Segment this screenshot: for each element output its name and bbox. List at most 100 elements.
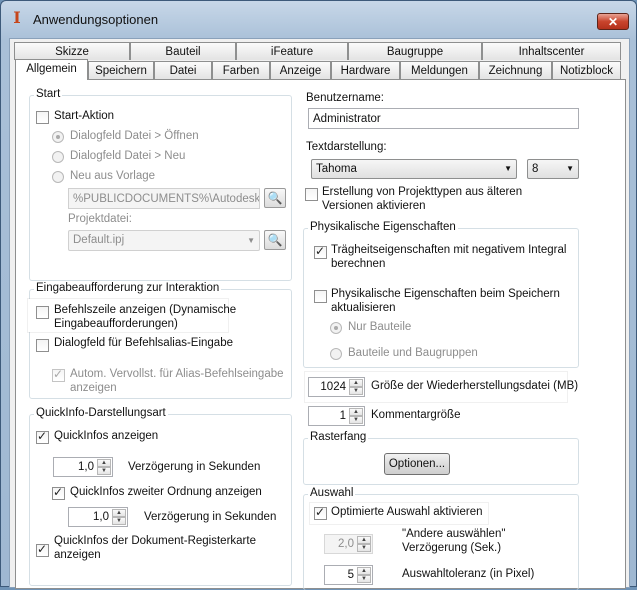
select-other-delay-value: 2,0 xyxy=(338,538,354,550)
spin-up-icon[interactable]: ▲ xyxy=(112,509,126,517)
project-file-value: Default.ipj xyxy=(73,234,125,246)
quickinfo-show-checkbox[interactable] xyxy=(36,429,49,444)
undo-size-spinner[interactable]: 1024 ▲ ▼ xyxy=(308,377,365,397)
font-size-value: 8 xyxy=(532,163,539,175)
comment-size-label: Kommentargröße xyxy=(371,409,461,421)
tab-skizze[interactable]: Skizze xyxy=(14,42,130,60)
close-button[interactable]: ✕ xyxy=(597,13,629,30)
second-quickinfo-delay-value: 1,0 xyxy=(93,511,109,523)
radio-open-dialog[interactable] xyxy=(52,131,64,143)
alias-autocomplete-label-1: Autom. Vervollst. für Alias-Befehlseinga… xyxy=(70,368,284,380)
tab-baugruppe[interactable]: Baugruppe xyxy=(348,42,482,60)
spin-up-icon[interactable]: ▲ xyxy=(349,408,363,416)
legacy-projects-checkbox[interactable] xyxy=(305,188,318,201)
doc-tab-quickinfo-label-2: anzeigen xyxy=(54,549,101,561)
spin-up-icon[interactable]: ▲ xyxy=(349,379,363,387)
radio-new-from-template[interactable] xyxy=(52,171,64,183)
update-on-save-checkbox[interactable] xyxy=(314,290,327,303)
title-bar[interactable]: I Anwendungsoptionen ✕ xyxy=(1,1,636,35)
radio-new-dialog[interactable] xyxy=(52,151,64,163)
interaction-prompt-group-title: Eingabeaufforderung zur Interaktion xyxy=(34,282,222,294)
spin-down-icon[interactable]: ▼ xyxy=(349,387,363,395)
command-line-checkbox[interactable] xyxy=(36,306,49,319)
comment-size-value: 1 xyxy=(339,410,346,422)
project-browse-button[interactable]: 🔍 xyxy=(264,230,286,250)
tab-ifeature[interactable]: iFeature xyxy=(236,42,348,60)
tab-zeichnung[interactable]: Zeichnung xyxy=(479,61,552,79)
selection-tolerance-label: Auswahltoleranz (in Pixel) xyxy=(402,568,535,580)
snap-group-title: Rasterfang xyxy=(308,431,369,443)
tab-notizblock[interactable]: Notizblock xyxy=(552,61,621,79)
snap-options-button[interactable]: Optionen... xyxy=(384,453,450,475)
alias-autocomplete-checkbox[interactable] xyxy=(52,367,65,382)
radio-new-from-template-label: Neu aus Vorlage xyxy=(70,170,156,182)
tab-inhaltscenter[interactable]: Inhaltscenter xyxy=(482,42,621,60)
second-quickinfo-delay-spinner[interactable]: 1,0 ▲ ▼ xyxy=(68,507,128,527)
tab-panel-allgemein: Start Start-Aktion Dialogfeld Datei > Öf… xyxy=(15,79,626,590)
spin-up-icon[interactable]: ▲ xyxy=(357,567,371,575)
quickinfo-delay-spinner[interactable]: 1,0 ▲ ▼ xyxy=(53,457,113,477)
radio-parts-and-assemblies-label: Bauteile und Baugruppen xyxy=(348,347,478,359)
negative-inertia-checkbox[interactable] xyxy=(314,244,327,259)
spin-up-icon[interactable]: ▲ xyxy=(97,459,111,467)
comment-size-spinner[interactable]: 1 ▲ ▼ xyxy=(308,406,365,426)
start-action-label: Start-Aktion xyxy=(54,110,115,122)
spin-down-icon[interactable]: ▼ xyxy=(349,416,363,424)
template-path-input[interactable]: %PUBLICDOCUMENTS%\Autodesk\Inv xyxy=(68,188,260,209)
chevron-down-icon: ▼ xyxy=(504,164,512,173)
dialog-client: Skizze Bauteil iFeature Baugruppe Inhalt… xyxy=(9,38,630,590)
project-file-label: Projektdatei: xyxy=(68,213,132,225)
select-other-label-2: Verzögerung (Sek.) xyxy=(402,542,502,554)
tab-bauteil[interactable]: Bauteil xyxy=(130,42,236,60)
update-on-save-label-1: Physikalische Eigenschaften beim Speiche… xyxy=(331,288,560,300)
select-other-delay-spinner[interactable]: 2,0 ▲ ▼ xyxy=(324,534,373,554)
font-combo[interactable]: Tahoma ▼ xyxy=(311,159,517,179)
doc-tab-quickinfo-checkbox[interactable] xyxy=(36,542,49,557)
doc-tab-quickinfo-label-1: QuickInfos der Dokument-Registerkarte xyxy=(54,535,256,547)
second-quickinfo-delay-label: Verzögerung in Sekunden xyxy=(144,511,277,523)
tab-hardware[interactable]: Hardware xyxy=(331,61,400,79)
negative-inertia-label-1: Trägheitseigenschaften mit negativem Int… xyxy=(331,244,567,256)
radio-parts-and-assemblies[interactable] xyxy=(330,348,342,360)
selection-tolerance-spinner[interactable]: 5 ▲ ▼ xyxy=(324,565,373,585)
font-value: Tahoma xyxy=(316,163,357,175)
username-label: Benutzername: xyxy=(306,92,384,104)
update-on-save-label-2: aktualisieren xyxy=(331,302,396,314)
spin-down-icon[interactable]: ▼ xyxy=(112,517,126,525)
tab-meldungen[interactable]: Meldungen xyxy=(400,61,479,79)
spin-down-icon[interactable]: ▼ xyxy=(357,544,371,552)
tab-speichern[interactable]: Speichern xyxy=(88,61,154,79)
spin-down-icon[interactable]: ▼ xyxy=(357,575,371,583)
start-action-checkbox[interactable] xyxy=(36,111,49,124)
physical-properties-group: Physikalische Eigenschaften Trägheitseig… xyxy=(303,221,579,368)
radio-parts-only[interactable] xyxy=(330,322,342,334)
command-line-label-1: Befehlszeile anzeigen (Dynamische xyxy=(54,304,237,316)
tab-farben[interactable]: Farben xyxy=(212,61,270,79)
quickinfo-group-title: QuickInfo-Darstellungsart xyxy=(34,407,168,419)
project-file-combo[interactable]: Default.ipj ▼ xyxy=(68,230,260,251)
font-size-combo[interactable]: 8 ▼ xyxy=(527,159,579,179)
interaction-prompt-group: Eingabeaufforderung zur Interaktion Befe… xyxy=(28,282,292,399)
selection-group: Auswahl Optimierte Auswahl aktivieren 2,… xyxy=(303,487,579,590)
optimized-selection-checkbox[interactable] xyxy=(314,505,327,520)
tab-allgemein[interactable]: Allgemein xyxy=(15,59,88,80)
physical-properties-group-title: Physikalische Eigenschaften xyxy=(308,221,458,233)
template-browse-button[interactable]: 🔍 xyxy=(264,188,286,208)
legacy-projects-label-1: Erstellung von Projekttypen aus älteren xyxy=(322,186,523,198)
window-title: Anwendungsoptionen xyxy=(33,12,159,27)
alias-dialog-checkbox[interactable] xyxy=(36,339,49,352)
undo-size-label: Größe der Wiederherstellungsdatei (MB) xyxy=(371,380,579,392)
application-options-window: I Anwendungsoptionen ✕ Skizze Bauteil iF… xyxy=(0,0,637,590)
tab-datei[interactable]: Datei xyxy=(154,61,212,79)
quickinfo-show-label: QuickInfos anzeigen xyxy=(54,430,159,442)
tab-anzeige[interactable]: Anzeige xyxy=(270,61,331,79)
selection-tolerance-value: 5 xyxy=(347,569,354,581)
second-quickinfo-label: QuickInfos zweiter Ordnung anzeigen xyxy=(70,486,262,498)
username-input[interactable]: Administrator xyxy=(308,108,579,129)
search-icon: 🔍 xyxy=(267,233,283,247)
spin-down-icon[interactable]: ▼ xyxy=(97,467,111,475)
optimized-selection-label: Optimierte Auswahl aktivieren xyxy=(331,506,483,518)
spin-up-icon[interactable]: ▲ xyxy=(357,536,371,544)
second-quickinfo-checkbox[interactable] xyxy=(52,485,65,500)
quickinfo-delay-value: 1,0 xyxy=(78,461,94,473)
